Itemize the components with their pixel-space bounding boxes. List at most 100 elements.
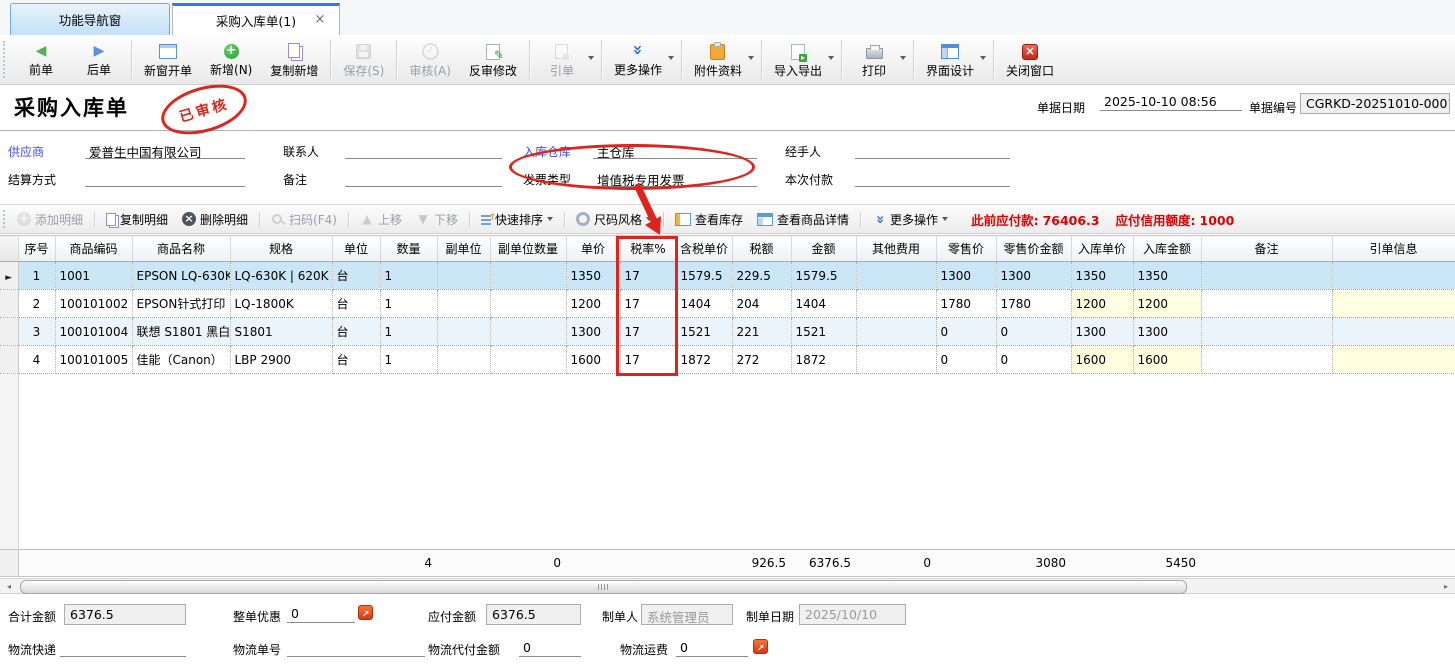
grid-cell[interactable]: EPSON LQ-630K: [132, 262, 230, 290]
grid-cell[interactable]: [490, 262, 566, 290]
dropdown-caret-icon[interactable]: [980, 56, 986, 60]
grid-cell[interactable]: 100101002: [55, 290, 132, 318]
grid-cell[interactable]: 3: [18, 318, 55, 346]
column-header[interactable]: 序号: [18, 236, 55, 262]
grid-cell[interactable]: [437, 346, 490, 374]
column-header[interactable]: 副单位数量: [490, 236, 566, 262]
copy-detail-button[interactable]: 复制明细: [99, 208, 175, 231]
grid-cell[interactable]: [490, 290, 566, 318]
scroll-right-icon[interactable]: [1439, 581, 1453, 592]
grid-cell[interactable]: 1579.5: [791, 262, 856, 290]
grid-cell[interactable]: LBP 2900: [230, 346, 332, 374]
grid-cell[interactable]: 0: [996, 318, 1071, 346]
settlement-field[interactable]: [85, 168, 245, 187]
grid-cell[interactable]: 1350: [1133, 262, 1201, 290]
new-button[interactable]: 新增(N): [201, 35, 261, 84]
table-row[interactable]: 11001EPSON LQ-630KLQ-630K | 620K台1135017…: [0, 262, 1455, 290]
grid-cell[interactable]: 0: [936, 346, 996, 374]
column-header[interactable]: 税额: [732, 236, 791, 262]
table-row[interactable]: 3100101004联想 S1801 黑白S1801台1130017152122…: [0, 318, 1455, 346]
grid-cell[interactable]: [1332, 290, 1455, 318]
dropdown-caret-icon[interactable]: [668, 56, 674, 60]
grid-cell[interactable]: 台: [332, 318, 380, 346]
more-actions2-button[interactable]: 更多操作: [865, 208, 955, 231]
scrollbar-thumb[interactable]: [20, 580, 1187, 594]
grid-cell[interactable]: 0: [996, 346, 1071, 374]
grid-cell[interactable]: 17: [620, 318, 676, 346]
grid-cell[interactable]: 1350: [1071, 262, 1133, 290]
grid-cell[interactable]: [856, 318, 936, 346]
grid-cell[interactable]: 1: [18, 262, 55, 290]
grid-cell[interactable]: [1332, 346, 1455, 374]
grid-cell[interactable]: [1201, 262, 1332, 290]
quick-sort-button[interactable]: 快速排序: [474, 208, 560, 231]
grid-cell[interactable]: 1872: [676, 346, 732, 374]
view-product-button[interactable]: 查看商品详情: [750, 208, 856, 231]
grid-cell[interactable]: 1300: [996, 262, 1071, 290]
grid-cell[interactable]: 1404: [676, 290, 732, 318]
attachments-button[interactable]: 附件资料: [685, 35, 758, 84]
grid-cell[interactable]: 1: [380, 318, 437, 346]
size-style-button[interactable]: 尺码风格: [569, 208, 659, 231]
grid-cell[interactable]: 100101005: [55, 346, 132, 374]
grid-cell[interactable]: EPSON针式打印: [132, 290, 230, 318]
doc-date-field[interactable]: 2025-10-10 08:56: [1100, 92, 1242, 111]
grid-cell[interactable]: 1780: [936, 290, 996, 318]
dropdown-caret-icon[interactable]: [588, 56, 594, 60]
grid-cell[interactable]: 1300: [936, 262, 996, 290]
close-window-button[interactable]: 关闭窗口: [997, 35, 1063, 84]
more-actions-button[interactable]: 更多操作: [605, 35, 678, 84]
grid-cell[interactable]: [490, 346, 566, 374]
row-selector[interactable]: [0, 318, 18, 346]
column-header[interactable]: 其他费用: [856, 236, 936, 262]
grid-cell[interactable]: [437, 262, 490, 290]
delete-detail-button[interactable]: 删除明细: [175, 208, 255, 231]
column-header[interactable]: 备注: [1201, 236, 1332, 262]
tab-function-nav[interactable]: 功能导航窗: [10, 3, 170, 35]
table-row[interactable]: 4100101005佳能（Canon）LBP 2900台116001718722…: [0, 346, 1455, 374]
view-stock-button[interactable]: 查看库存: [668, 208, 750, 231]
freight-calc-icon[interactable]: [753, 639, 768, 654]
grid-cell[interactable]: 100101004: [55, 318, 132, 346]
row-selector[interactable]: [0, 346, 18, 374]
grid-cell[interactable]: [437, 290, 490, 318]
column-header[interactable]: 数量: [380, 236, 437, 262]
row-selector[interactable]: [0, 290, 18, 318]
grid-cell[interactable]: 台: [332, 262, 380, 290]
prev-doc-button[interactable]: 前单: [12, 35, 70, 84]
column-header[interactable]: 副单位: [437, 236, 490, 262]
next-doc-button[interactable]: 后单: [70, 35, 128, 84]
grid-cell[interactable]: [1201, 346, 1332, 374]
close-tab-icon[interactable]: [313, 13, 327, 27]
grid-cell[interactable]: [1332, 262, 1455, 290]
print-button[interactable]: 打印: [845, 35, 910, 84]
unaudit-button[interactable]: 反审修改: [460, 35, 526, 84]
column-header[interactable]: 入库单价: [1071, 236, 1133, 262]
grid-cell[interactable]: 1300: [1133, 318, 1201, 346]
grid-cell[interactable]: [1201, 318, 1332, 346]
grid-cell[interactable]: LQ-1800K: [230, 290, 332, 318]
import-export-button[interactable]: 导入导出: [765, 35, 838, 84]
grid-cell[interactable]: [856, 262, 936, 290]
logistics-freight-field[interactable]: 0: [676, 638, 748, 657]
grid-cell[interactable]: [1332, 318, 1455, 346]
tab-purchase-receipt[interactable]: 采购入库单(1): [172, 3, 340, 35]
column-header[interactable]: 零售价: [936, 236, 996, 262]
order-discount-field[interactable]: 0: [287, 604, 355, 623]
grid-cell[interactable]: 联想 S1801 黑白: [132, 318, 230, 346]
grid-cell[interactable]: 4: [18, 346, 55, 374]
grid-cell[interactable]: 1300: [1071, 318, 1133, 346]
table-row[interactable]: 2100101002EPSON针式打印LQ-1800K台112001714042…: [0, 290, 1455, 318]
grid-cell[interactable]: 1200: [566, 290, 620, 318]
grid-cell[interactable]: 1: [380, 346, 437, 374]
dropdown-caret-icon[interactable]: [547, 217, 553, 221]
grid-cell[interactable]: 17: [620, 346, 676, 374]
grid-cell[interactable]: 台: [332, 346, 380, 374]
grid-cell[interactable]: 1780: [996, 290, 1071, 318]
column-header[interactable]: 金额: [791, 236, 856, 262]
grid-cell[interactable]: 1521: [676, 318, 732, 346]
remark-field[interactable]: [345, 168, 502, 187]
dropdown-caret-icon[interactable]: [942, 217, 948, 221]
column-header[interactable]: 商品名称: [132, 236, 230, 262]
copy-new-button[interactable]: 复制新增: [261, 35, 327, 84]
